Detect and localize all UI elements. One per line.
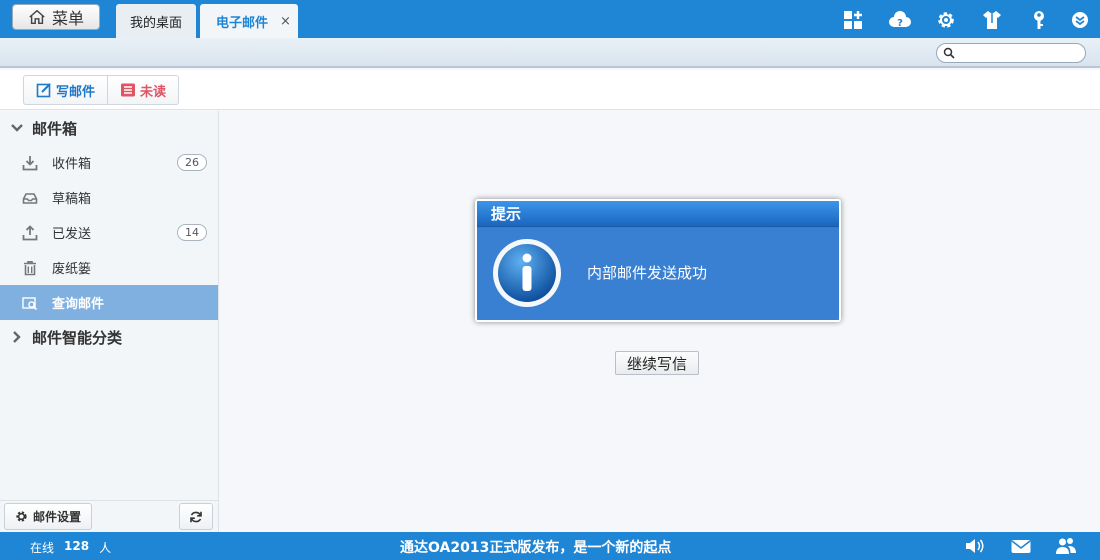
chevron-down-icon bbox=[11, 124, 23, 132]
sidebar-item-label: 已发送 bbox=[52, 227, 92, 242]
add-app-icon[interactable] bbox=[842, 9, 864, 31]
dialog-body: 内部邮件发送成功 bbox=[477, 228, 839, 320]
sidebar-item-search-mail[interactable]: 查询邮件 bbox=[0, 285, 218, 320]
smart-category-title: 邮件智能分类 bbox=[32, 328, 123, 347]
upload-tray-icon bbox=[22, 224, 38, 240]
status-bar: 在线 128 人 通达OA2013正式版发布，是一个新的起点 bbox=[0, 532, 1100, 560]
home-icon bbox=[29, 9, 45, 25]
search-box[interactable] bbox=[936, 43, 1086, 63]
sidebar-item-sent[interactable]: 已发送 14 bbox=[0, 215, 218, 250]
tool-group: 写邮件 未读 bbox=[23, 75, 180, 105]
online-unit: 人 bbox=[99, 541, 112, 555]
tab-my-desktop[interactable]: 我的桌面 bbox=[116, 4, 196, 38]
inbox-tray-icon bbox=[22, 192, 38, 204]
count-badge: 26 bbox=[177, 154, 207, 171]
help-cloud-icon[interactable]: ? bbox=[889, 9, 911, 31]
sub-bar bbox=[0, 38, 1100, 68]
top-bar: 菜单 我的桌面 电子邮件 × ? bbox=[0, 0, 1100, 38]
online-number: 128 bbox=[64, 539, 90, 553]
sidebar-item-drafts[interactable]: 草稿箱 bbox=[0, 180, 218, 215]
users-icon[interactable] bbox=[1055, 536, 1077, 556]
count-badge: 14 bbox=[177, 224, 207, 241]
refresh-button[interactable] bbox=[179, 503, 213, 530]
unread-label: 未读 bbox=[140, 84, 167, 100]
search-mail-icon bbox=[22, 296, 38, 310]
mail-icon[interactable] bbox=[1010, 536, 1032, 556]
search-icon bbox=[943, 47, 955, 59]
close-icon[interactable]: × bbox=[280, 14, 291, 29]
mailbox-section[interactable]: 邮件箱 bbox=[0, 111, 218, 145]
sidebar-footer: 邮件设置 bbox=[0, 500, 218, 532]
mail-settings-button[interactable]: 邮件设置 bbox=[4, 503, 92, 530]
sidebar-item-inbox[interactable]: 收件箱 26 bbox=[0, 145, 218, 180]
sidebar-item-label: 草稿箱 bbox=[52, 192, 92, 207]
chevron-right-icon bbox=[13, 331, 21, 343]
sidebar: 邮件箱 收件箱 26 草稿箱 已发送 14 废纸篓 查询邮件 邮件智能分类 邮件… bbox=[0, 111, 219, 532]
menu-label: 菜单 bbox=[51, 9, 84, 28]
mail-toolbar: 写邮件 未读 bbox=[0, 70, 1100, 110]
news-ticker[interactable]: 通达OA2013正式版发布，是一个新的起点 bbox=[400, 537, 671, 557]
unread-list-icon bbox=[121, 83, 136, 97]
smart-category-section[interactable]: 邮件智能分类 bbox=[0, 320, 218, 354]
gear-icon[interactable] bbox=[935, 9, 957, 31]
compose-label: 写邮件 bbox=[56, 84, 96, 100]
compose-button[interactable]: 写邮件 bbox=[24, 76, 107, 104]
notice-dialog: 提示 内部邮件发送成功 bbox=[475, 199, 841, 322]
compose-icon bbox=[36, 83, 51, 98]
sidebar-item-label: 收件箱 bbox=[52, 157, 92, 172]
sidebar-item-trash[interactable]: 废纸篓 bbox=[0, 250, 218, 285]
continue-writing-button[interactable]: 继续写信 bbox=[615, 351, 699, 375]
tab-email[interactable]: 电子邮件 × bbox=[200, 4, 298, 38]
speaker-icon[interactable] bbox=[964, 536, 986, 556]
gear-icon bbox=[16, 511, 27, 522]
search-input[interactable] bbox=[959, 45, 1079, 61]
dialog-message: 内部邮件发送成功 bbox=[587, 264, 708, 282]
mailbox-title: 邮件箱 bbox=[32, 119, 78, 138]
dialog-title: 提示 bbox=[477, 201, 839, 227]
refresh-icon bbox=[190, 511, 202, 522]
chevron-down-icon[interactable] bbox=[1069, 9, 1091, 31]
menu-button[interactable]: 菜单 bbox=[12, 4, 100, 30]
sidebar-item-label: 废纸篓 bbox=[52, 262, 92, 277]
online-label: 在线 bbox=[30, 541, 55, 555]
svg-text:?: ? bbox=[897, 18, 903, 29]
info-icon bbox=[493, 239, 561, 307]
sidebar-item-label: 查询邮件 bbox=[52, 297, 105, 312]
online-count: 在线 128 人 bbox=[30, 539, 111, 556]
trash-icon bbox=[24, 260, 36, 275]
key-icon[interactable] bbox=[1028, 9, 1050, 31]
mail-settings-label: 邮件设置 bbox=[32, 510, 81, 524]
shirt-icon[interactable] bbox=[981, 9, 1003, 31]
download-tray-icon bbox=[22, 155, 38, 170]
unread-button[interactable]: 未读 bbox=[107, 76, 178, 104]
tab-label: 我的桌面 bbox=[129, 15, 182, 31]
tab-label: 电子邮件 bbox=[216, 15, 269, 31]
